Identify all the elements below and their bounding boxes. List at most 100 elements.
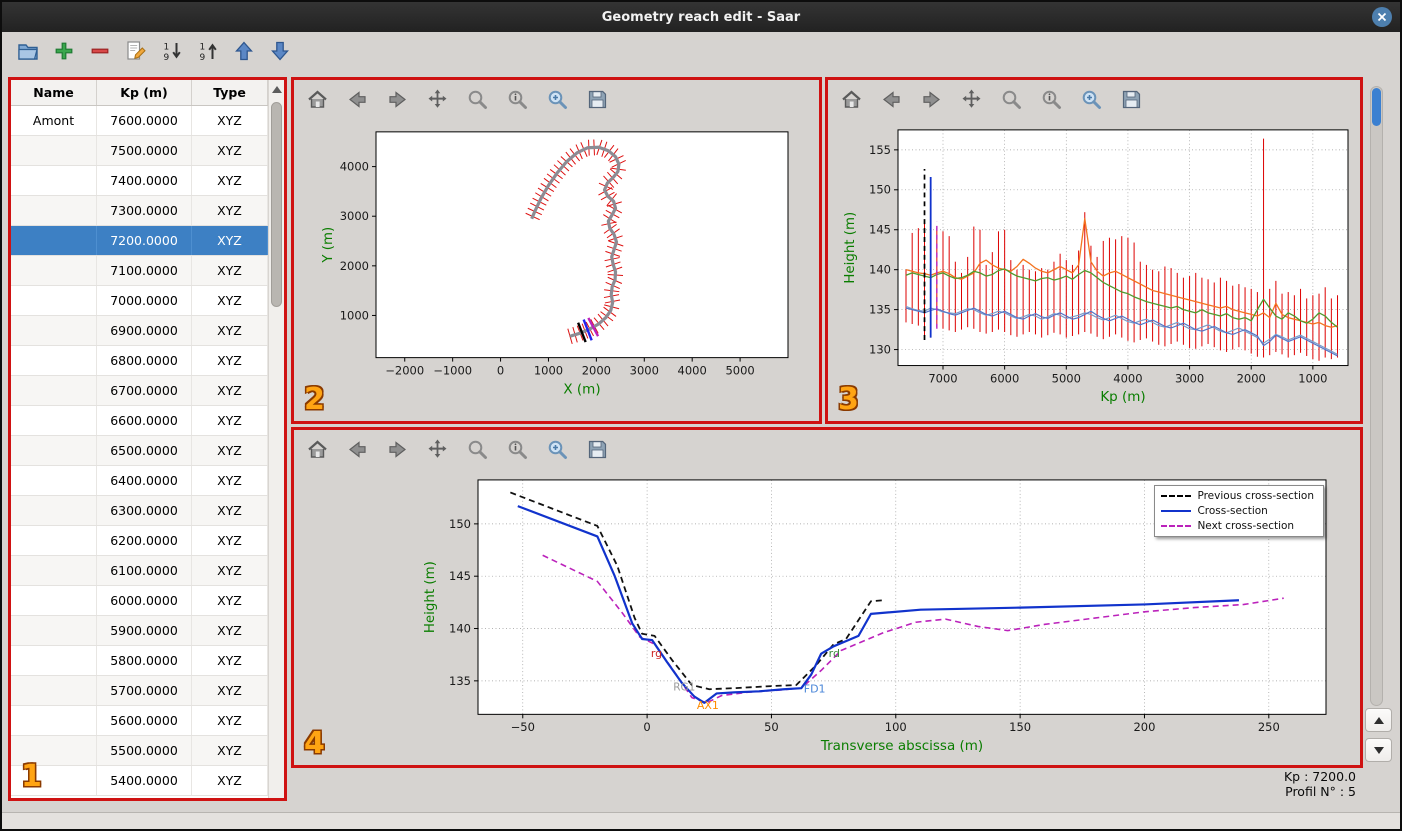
svg-text:−50: −50 [511, 720, 535, 734]
svg-text:6000: 6000 [990, 371, 1019, 385]
table-cell: XYZ [192, 466, 268, 495]
table-row[interactable]: 6600.0000 XYZ [11, 406, 268, 436]
table-cell: XYZ [192, 586, 268, 615]
mpl-home-button[interactable] [304, 436, 331, 463]
table-scrollbar[interactable] [268, 80, 284, 798]
save-icon [588, 90, 607, 108]
main-scrollbar-thumb[interactable] [1372, 88, 1381, 126]
main-scrollbar[interactable] [1370, 86, 1383, 706]
column-header-type[interactable]: Type [192, 80, 268, 105]
mpl-zoom-rect-button[interactable] [544, 436, 571, 463]
table-row[interactable]: 6000.0000 XYZ [11, 586, 268, 616]
mpl-zoom-rect-button[interactable] [1078, 86, 1105, 113]
remove-profile-button[interactable] [84, 35, 116, 67]
mpl-home-button[interactable] [838, 86, 865, 113]
mpl-zoom-select-button[interactable] [504, 436, 531, 463]
longitudinal-chart[interactable]: 7000 6000 5000 4000 3000 2000 1000 130 135 140 145… [828, 118, 1360, 421]
mpl-back-button[interactable] [344, 436, 371, 463]
table-cell [11, 706, 97, 735]
table-cell: XYZ [192, 766, 268, 795]
legend-label: Next cross-section [1197, 520, 1295, 532]
mpl-save-button[interactable] [584, 86, 611, 113]
table-row[interactable]: 6200.0000 XYZ [11, 526, 268, 556]
mpl-forward-button[interactable] [384, 86, 411, 113]
table-row[interactable]: 7200.0000 XYZ [11, 226, 268, 256]
mpl-pan-button[interactable] [424, 86, 451, 113]
table-row[interactable]: 6300.0000 XYZ [11, 496, 268, 526]
edit-profile-button[interactable] [120, 35, 152, 67]
mpl-pan-button[interactable] [958, 86, 985, 113]
profile-down-button[interactable] [1365, 738, 1392, 762]
table-cell: 7400.0000 [97, 166, 192, 195]
mpl-zoom-button[interactable] [464, 436, 491, 463]
svg-text:1000: 1000 [534, 364, 563, 378]
mpl-zoom-select-button[interactable] [504, 86, 531, 113]
svg-text:140: 140 [869, 263, 891, 277]
table-cell: 5600.0000 [97, 706, 192, 735]
table-row[interactable]: 7500.0000 XYZ [11, 136, 268, 166]
column-header-kp[interactable]: Kp (m) [97, 80, 192, 105]
mpl-zoom-select-button[interactable] [1038, 86, 1065, 113]
mpl-zoom-button[interactable] [998, 86, 1025, 113]
table-row[interactable]: 5700.0000 XYZ [11, 676, 268, 706]
mpl-back-button[interactable] [344, 86, 371, 113]
table-row[interactable]: 6500.0000 XYZ [11, 436, 268, 466]
mpl-save-button[interactable] [1118, 86, 1145, 113]
table-cell: 6900.0000 [97, 316, 192, 345]
mpl-forward-button[interactable] [384, 436, 411, 463]
table-row[interactable]: 7400.0000 XYZ [11, 166, 268, 196]
table-cell: XYZ [192, 256, 268, 285]
mpl-zoom-button[interactable] [464, 86, 491, 113]
zoom-select-icon [508, 90, 527, 109]
table-cell [11, 526, 97, 555]
plus-icon [55, 42, 73, 60]
table-cell [11, 406, 97, 435]
pan-icon [428, 439, 447, 458]
table-cell [11, 196, 97, 225]
table-cell [11, 316, 97, 345]
zoom-rect-icon [1082, 90, 1101, 109]
back-icon [349, 90, 366, 108]
table-row[interactable]: Amont 7600.0000 XYZ [11, 106, 268, 136]
home-icon [308, 440, 327, 458]
mpl-home-button[interactable] [304, 86, 331, 113]
titlebar[interactable]: Geometry reach edit - Saar [2, 2, 1400, 32]
table-cell: 6000.0000 [97, 586, 192, 615]
table-row[interactable]: 7100.0000 XYZ [11, 256, 268, 286]
move-profile-up-button[interactable] [228, 35, 260, 67]
move-profile-down-button[interactable] [264, 35, 296, 67]
svg-text:9: 9 [200, 53, 206, 63]
table-row[interactable]: 6100.0000 XYZ [11, 556, 268, 586]
table-row[interactable]: 7300.0000 XYZ [11, 196, 268, 226]
table-row[interactable]: 6800.0000 XYZ [11, 346, 268, 376]
table-row[interactable]: 5800.0000 XYZ [11, 646, 268, 676]
table-row[interactable]: 6900.0000 XYZ [11, 316, 268, 346]
svg-text:50: 50 [764, 720, 779, 734]
add-profile-button[interactable] [48, 35, 80, 67]
table-row[interactable]: 5600.0000 XYZ [11, 706, 268, 736]
table-row[interactable]: 7000.0000 XYZ [11, 286, 268, 316]
table-row[interactable]: 5400.0000 XYZ [11, 766, 268, 796]
table-cell [11, 436, 97, 465]
table-row[interactable]: 5900.0000 XYZ [11, 616, 268, 646]
svg-text:200: 200 [1133, 720, 1155, 734]
open-button[interactable] [12, 35, 44, 67]
mpl-pan-button[interactable] [424, 436, 451, 463]
profile-up-button[interactable] [1365, 708, 1392, 732]
mpl-save-button[interactable] [584, 436, 611, 463]
column-header-name[interactable]: Name [11, 80, 97, 105]
table-row[interactable]: 5500.0000 XYZ [11, 736, 268, 766]
svg-text:150: 150 [1009, 720, 1031, 734]
table-row[interactable]: 6400.0000 XYZ [11, 466, 268, 496]
table-row[interactable]: 6700.0000 XYZ [11, 376, 268, 406]
mpl-back-button[interactable] [878, 86, 905, 113]
mpl-zoom-rect-button[interactable] [544, 86, 571, 113]
sort-descending-button[interactable]: 1 9 [192, 35, 224, 67]
svg-text:2000: 2000 [340, 259, 369, 273]
table-scrollbar-thumb[interactable] [271, 102, 282, 307]
mpl-forward-button[interactable] [918, 86, 945, 113]
sort-ascending-button[interactable]: 1 9 [156, 35, 188, 67]
close-button[interactable] [1372, 7, 1392, 27]
plan-view-chart[interactable]: −2000 −1000 0 1000 2000 3000 4000 5000 1000 2000 3… [294, 118, 819, 421]
scroll-up-icon[interactable] [272, 86, 282, 93]
